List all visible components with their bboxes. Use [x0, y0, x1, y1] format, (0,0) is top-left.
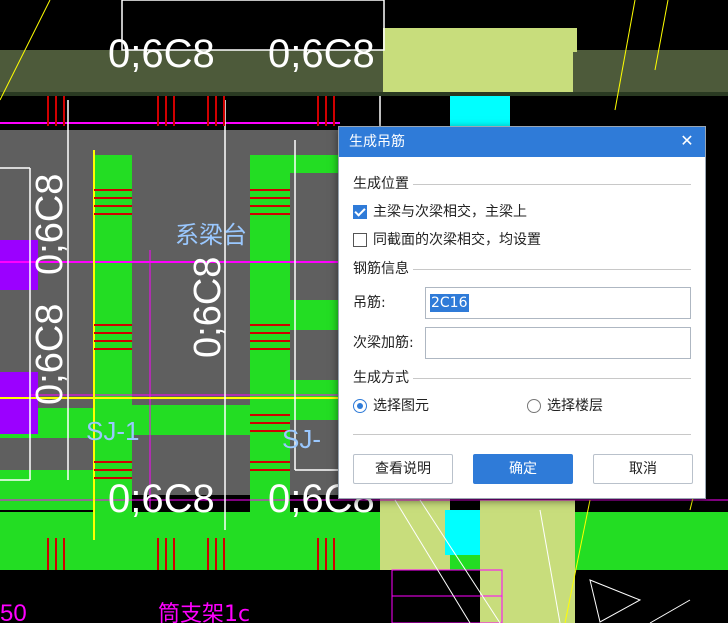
hanger-label: 吊筋:: [353, 295, 386, 311]
option-main-secondary-label: 主梁与次梁相交，主梁上: [373, 204, 527, 220]
option-same-section-label: 同截面的次梁相交，均设置: [373, 232, 541, 248]
radio-select-floor-label: 选择楼层: [547, 398, 603, 414]
rebar-label-center-vertical: 0;6C8: [187, 257, 229, 358]
dialog-title: 生成吊筋: [349, 134, 405, 150]
option-main-secondary[interactable]: 主梁与次梁相交，主梁上: [353, 202, 527, 222]
radio-select-element-label: 选择图元: [373, 398, 429, 414]
section-generate-position-label: 生成位置: [353, 176, 413, 192]
radio-select-floor[interactable]: 选择楼层: [527, 396, 603, 416]
view-help-button[interactable]: 查看说明: [353, 454, 453, 484]
radio-select-element-dot[interactable]: [353, 399, 367, 413]
bottom-magenta-text: 筒支架1c: [158, 602, 250, 623]
ok-button[interactable]: 确定: [473, 454, 573, 484]
rebar-label-left-vertical-lower: 0;6C8: [29, 304, 71, 405]
radio-select-floor-dot[interactable]: [527, 399, 541, 413]
cancel-button[interactable]: 取消: [593, 454, 693, 484]
rebar-label-bottom-left: 0;6C8: [108, 477, 215, 521]
section-generate-position: 生成位置: [353, 175, 691, 193]
option-same-section[interactable]: 同截面的次梁相交，均设置: [353, 230, 541, 250]
beam-tag-left: SJ-1: [86, 416, 139, 446]
section-generate-method: 生成方式: [353, 369, 691, 387]
secondary-label: 次梁加筋:: [353, 335, 414, 351]
rebar-label-top-right: 0;6C8: [268, 32, 375, 76]
button-separator: [353, 434, 691, 435]
hanger-input-value: 2C16: [430, 294, 469, 312]
hanger-input[interactable]: 2C16: [425, 287, 691, 319]
beam-tag-right: SJ-: [282, 424, 321, 454]
cap-label: 系梁台: [175, 221, 247, 249]
section-rebar-info-label: 钢筋信息: [353, 261, 413, 277]
section-rebar-info: 钢筋信息: [353, 260, 691, 278]
rebar-label-top-left: 0;6C8: [108, 32, 215, 76]
close-icon[interactable]: ✕: [677, 131, 697, 151]
dialog-header[interactable]: 生成吊筋 ✕: [339, 127, 705, 157]
rebar-label-left-vertical: 0;6C8: [29, 174, 71, 275]
checkbox-same-section[interactable]: [353, 233, 367, 247]
secondary-input[interactable]: [425, 327, 691, 359]
checkbox-main-secondary[interactable]: [353, 205, 367, 219]
bottom-left-number: 50: [0, 600, 27, 623]
hanger-rebar-dialog: 生成吊筋 ✕ 生成位置 主梁与次梁相交，主梁上 同截面的次梁相交，均设置 钢筋信…: [338, 126, 706, 499]
section-generate-method-label: 生成方式: [353, 370, 413, 386]
radio-select-element[interactable]: 选择图元: [353, 396, 429, 416]
